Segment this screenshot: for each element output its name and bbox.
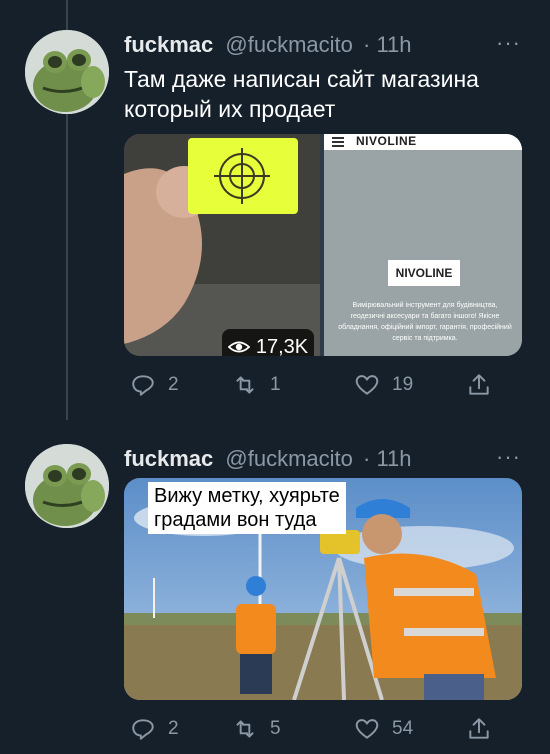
tweet-text-line-2: который их продает xyxy=(124,96,336,122)
like-count: 19 xyxy=(392,374,414,395)
meme-caption: Вижу метку, хуярьте градами вон туда xyxy=(148,482,346,534)
retweet-button[interactable]: 5 xyxy=(232,716,281,742)
frog-avatar-image xyxy=(25,30,109,114)
view-count: 17,3K xyxy=(255,335,309,357)
avatar[interactable] xyxy=(25,444,109,528)
retweet-count: 1 xyxy=(270,374,281,395)
tweet-time[interactable]: · 11h xyxy=(363,32,412,57)
tweet-actions: 2 5 54 xyxy=(124,716,524,746)
like-button[interactable]: 54 xyxy=(354,716,413,742)
tweet-1[interactable]: fuckmac @fuckmacito · 11h ··· Там даже н… xyxy=(0,0,550,420)
frog-avatar-image xyxy=(25,444,109,528)
reply-icon xyxy=(132,375,154,396)
caption-line-2: градами вон туда xyxy=(154,509,317,531)
tweet-media-photo[interactable]: Вижу метку, хуярьте градами вон туда xyxy=(124,478,522,700)
tweet-text-line-1: Там даже написан сайт магазина xyxy=(124,66,479,92)
tweet-header: fuckmac @fuckmacito · 11h xyxy=(124,446,412,472)
reply-button[interactable]: 2 xyxy=(130,716,179,742)
like-button[interactable]: 19 xyxy=(354,372,413,398)
tweet-2[interactable]: fuckmac @fuckmacito · 11h ··· Вижу метку… xyxy=(0,420,550,754)
website-description: Вимірювальний інструмент для будівництва… xyxy=(338,302,512,342)
more-options-icon[interactable]: ··· xyxy=(496,30,521,56)
author-handle[interactable]: @fuckmacito xyxy=(225,446,352,471)
author-name[interactable]: fuckmac xyxy=(124,446,213,471)
like-icon xyxy=(355,719,379,739)
share-icon xyxy=(469,374,489,395)
share-button[interactable] xyxy=(466,372,492,398)
tweet-actions: 2 1 19 xyxy=(124,372,524,402)
media-photo-target-card[interactable]: 17,3K xyxy=(124,134,320,356)
retweet-icon xyxy=(236,376,254,394)
hand-with-target-card-image xyxy=(124,134,320,356)
website-logo-box: NIVOLINE xyxy=(388,260,460,286)
author-name[interactable]: fuckmac xyxy=(124,32,213,57)
avatar[interactable] xyxy=(25,30,109,114)
view-count-badge: 17,3K xyxy=(222,329,314,356)
share-icon xyxy=(469,718,489,739)
menu-icon xyxy=(332,137,344,147)
reply-count: 2 xyxy=(168,374,179,395)
tweet-time[interactable]: · 11h xyxy=(363,446,412,471)
website-header-logo: NIVOLINE xyxy=(356,134,417,148)
tweet-media-grid[interactable]: 17,3K NIVOLINE NIVOLINE Вимірювальний ін… xyxy=(124,134,522,356)
website-header-bar: NIVOLINE xyxy=(324,134,522,150)
tweet-text: Там даже написан сайт магазина который и… xyxy=(124,64,524,124)
caption-line-1: Вижу метку, хуярьте xyxy=(154,485,340,507)
tweet-header: fuckmac @fuckmacito · 11h xyxy=(124,32,412,58)
share-button[interactable] xyxy=(466,716,492,742)
eye-icon xyxy=(227,341,250,353)
author-handle[interactable]: @fuckmacito xyxy=(225,32,352,57)
reply-icon xyxy=(132,719,154,740)
retweet-count: 5 xyxy=(270,718,281,739)
website-logo-text: NIVOLINE xyxy=(395,266,453,280)
more-options-icon[interactable]: ··· xyxy=(496,444,521,470)
retweet-icon xyxy=(236,720,254,738)
media-website-screenshot[interactable]: NIVOLINE NIVOLINE Вимірювальний інструме… xyxy=(324,134,522,356)
reply-count: 2 xyxy=(168,718,179,739)
like-icon xyxy=(355,375,379,395)
reply-button[interactable]: 2 xyxy=(130,372,179,398)
retweet-button[interactable]: 1 xyxy=(232,372,281,398)
like-count: 54 xyxy=(392,718,414,739)
